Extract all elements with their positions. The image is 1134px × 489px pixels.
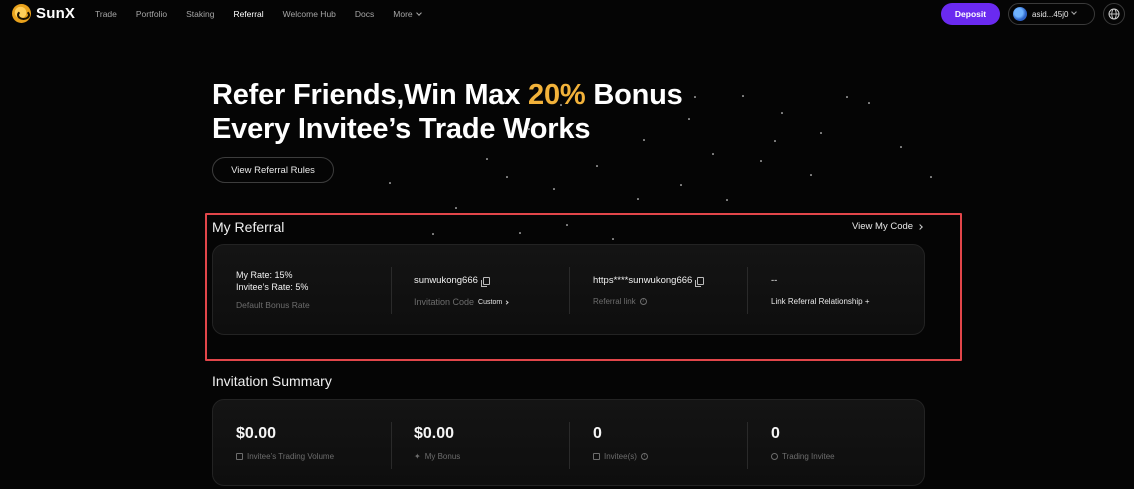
trading-invitee-label: Trading Invitee xyxy=(782,452,835,461)
invitees-label: Invitee(s) xyxy=(604,452,637,461)
invitees-label-row: Invitee(s) i xyxy=(593,452,648,461)
hero-title: Refer Friends,Win Max 20% Bonus Every In… xyxy=(212,78,683,146)
view-referral-rules-button[interactable]: View Referral Rules xyxy=(212,157,334,183)
nav-link-trade[interactable]: Trade xyxy=(95,9,117,19)
hero-title-pre: Refer Friends,Win Max xyxy=(212,79,529,111)
chevron-down-icon xyxy=(1071,9,1078,15)
summary-item-my-bonus: $0.00 ✦ My Bonus xyxy=(414,425,460,461)
nav-link-welcome-hub[interactable]: Welcome Hub xyxy=(283,9,336,19)
summary-item-invitees: 0 Invitee(s) i xyxy=(593,425,648,461)
invitation-summary-card: $0.00 Invitee’s Trading Volume $0.00 ✦ M… xyxy=(212,399,925,486)
hero-title-post: Bonus xyxy=(585,79,683,111)
sunx-logo-icon xyxy=(12,4,31,23)
nav-link-portfolio[interactable]: Portfolio xyxy=(136,9,167,19)
deposit-button[interactable]: Deposit xyxy=(941,3,1000,25)
top-navbar: SunX Trade Portfolio Staking Referral We… xyxy=(0,0,1134,28)
hero-title-line2: Every Invitee’s Trade Works xyxy=(212,113,591,145)
invitation-summary-title: Invitation Summary xyxy=(212,373,332,389)
my-bonus-value: $0.00 xyxy=(414,425,455,442)
logo[interactable]: SunX xyxy=(12,4,75,23)
my-bonus-label-row: ✦ My Bonus xyxy=(414,452,460,461)
trading-volume-label: Invitee’s Trading Volume xyxy=(247,452,335,461)
nav-link-more[interactable]: More xyxy=(393,9,422,19)
sparkle-icon: ✦ xyxy=(414,452,421,461)
chevron-down-icon xyxy=(415,10,422,16)
logo-text: SunX xyxy=(36,5,76,22)
globe-icon-svg xyxy=(1108,8,1120,20)
trading-volume-label-row: Invitee’s Trading Volume xyxy=(236,452,334,461)
nav-link-docs[interactable]: Docs xyxy=(355,9,374,19)
summary-item-trading-volume: $0.00 Invitee’s Trading Volume xyxy=(236,425,334,461)
highlight-box xyxy=(205,213,962,361)
hero-title-line1: Refer Friends,Win Max 20% Bonus xyxy=(212,78,683,112)
hero-title-accent: 20% xyxy=(528,79,586,111)
chart-box-icon xyxy=(236,453,243,460)
divider xyxy=(569,422,570,469)
trading-invitee-value: 0 xyxy=(771,425,780,442)
nav-link-more-label: More xyxy=(393,9,413,19)
globe-icon[interactable] xyxy=(1103,3,1125,25)
invitees-value: 0 xyxy=(593,425,602,442)
users-icon xyxy=(593,453,600,460)
nav-link-staking[interactable]: Staking xyxy=(186,9,214,19)
summary-item-trading-invitee: 0 Trading Invitee xyxy=(771,425,835,461)
info-icon[interactable]: i xyxy=(640,453,648,460)
wallet-button[interactable]: asid...45j0 xyxy=(1008,3,1095,25)
nav-link-referral[interactable]: Referral xyxy=(233,9,263,19)
wallet-avatar-icon xyxy=(1013,7,1027,21)
wallet-address: asid...45j0 xyxy=(1032,9,1069,19)
bulb-icon xyxy=(771,453,778,460)
trading-invitee-label-row: Trading Invitee xyxy=(771,452,835,461)
my-bonus-label: My Bonus xyxy=(424,452,461,461)
divider xyxy=(391,422,392,469)
divider xyxy=(747,422,748,469)
nav-links: Trade Portfolio Staking Referral Welcome… xyxy=(95,9,440,19)
trading-volume-value: $0.00 xyxy=(236,425,277,442)
